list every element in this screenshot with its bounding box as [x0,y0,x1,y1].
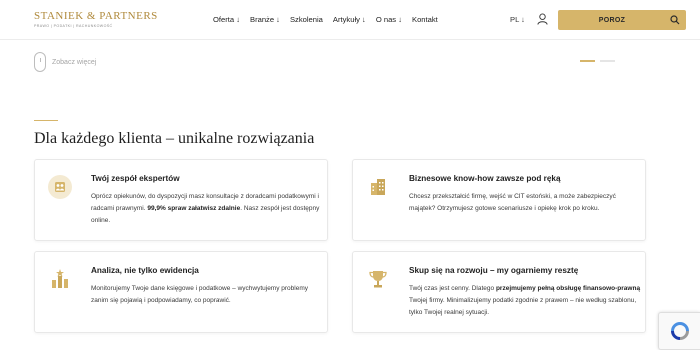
search-icon[interactable] [670,15,680,25]
nav-item-branze[interactable]: Branże ↓ [250,15,280,24]
recaptcha-badge[interactable] [658,312,700,350]
chart-icon [52,269,68,288]
nav-item-kontakt[interactable]: Kontakt [412,15,438,24]
card-title: Twój zespół ekspertów [91,174,180,183]
card-description-highlight: przejmujemy pełną obsługę finansowo-praw… [495,285,641,292]
nav-item-artykuly[interactable]: Artykuły ↓ [333,15,366,24]
card-title: Skup się na rozwoju – my ogarniemy reszt… [409,266,579,275]
card-title: Analiza, nie tylko ewidencja [91,266,199,275]
section-accent-line [34,120,58,121]
buildings-icon [371,179,385,195]
see-more-label: Zobacz więcej [52,58,97,66]
slider-dot[interactable] [600,60,615,62]
see-more-link[interactable]: Zobacz więcej [34,52,96,72]
logo-tagline: PRAWO | PODATKI | RACHUNKOWOŚĆ [34,24,113,28]
card-description: Twój czas jest cenny. Dlatego przejmujem… [409,285,641,316]
mouse-scroll-icon [34,52,46,72]
recaptcha-icon [671,322,689,340]
slider-pagination [580,60,615,62]
language-switcher[interactable]: PL ↓ [510,15,525,24]
card-description-highlight: 99,9% spraw załatwisz zdalnie [147,205,241,212]
main-nav: Oferta ↓ Branże ↓ Szkolenia Artykuły ↓ O… [213,15,438,24]
logo[interactable]: STANIEK & PARTNERS PRAWO | PODATKI | RAC… [34,10,158,29]
nav-item-oferta[interactable]: Oferta ↓ [213,15,240,24]
section-title: Dla każdego klienta – unikalne rozwiązan… [34,130,315,147]
search-input[interactable] [558,10,666,30]
feature-card-experts: Twój zespół ekspertów Oprócz opiekunów, … [34,159,328,241]
feature-card-analysis: Analiza, nie tylko ewidencja Monitorujem… [34,251,328,333]
nav-item-szkolenia[interactable]: Szkolenia [290,15,323,24]
user-icon[interactable] [537,13,548,25]
card-title: Biznesowe know-how zawsze pod ręką [409,174,561,183]
team-icon [48,175,72,199]
nav-item-o-nas[interactable]: O nas ↓ [376,15,402,24]
feature-card-know-how: Biznesowe know-how zawsze pod ręką Chces… [352,159,646,241]
trophy-icon [369,271,387,288]
slider-dot-active[interactable] [580,60,595,62]
card-description: Monitorujemy Twoje dane księgowe i podat… [91,285,309,304]
site-header: STANIEK & PARTNERS PRAWO | PODATKI | RAC… [0,0,700,40]
feature-card-growth: Skup się na rozwoju – my ogarniemy reszt… [352,251,646,333]
search-box [558,10,686,30]
card-description: Oprócz opiekunów, do dyspozycji masz kon… [91,193,320,224]
card-description: Chcesz przekształcić firmę, wejść w CIT … [409,193,616,212]
logo-name: STANIEK & PARTNERS [34,10,158,22]
